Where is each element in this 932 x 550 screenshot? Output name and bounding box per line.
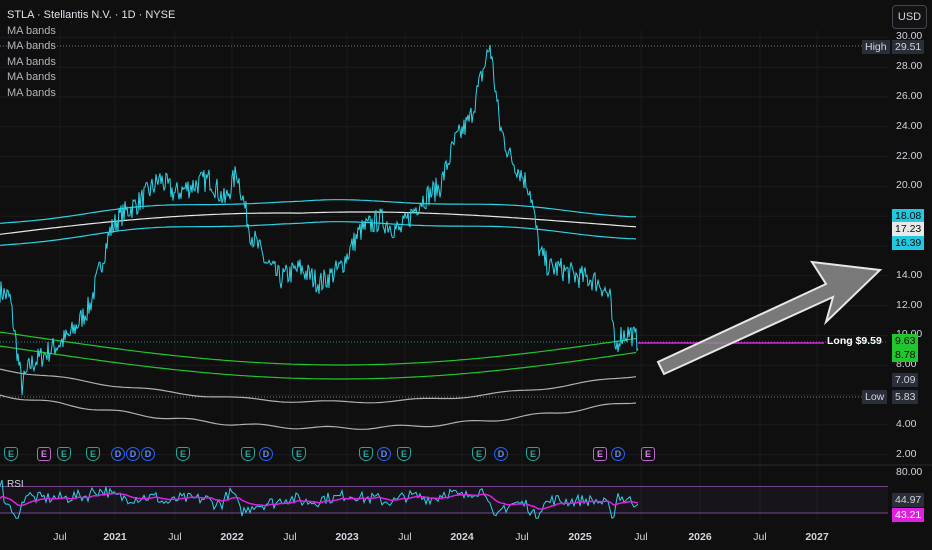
time-axis-label: 2025 [568, 531, 592, 543]
dividend-event-icon[interactable]: D [611, 447, 625, 461]
earnings-event-icon[interactable]: E [397, 447, 411, 461]
earnings-event-icon[interactable]: E [176, 447, 190, 461]
currency-button[interactable]: USD [892, 5, 927, 29]
price-tick-label: 12.00 [896, 298, 923, 311]
price-tick-label: 22.00 [896, 149, 923, 162]
dividend-event-icon[interactable]: D [259, 447, 273, 461]
time-axis-label: Jul [168, 531, 182, 543]
ma-band-gray-lower [0, 394, 637, 430]
ma-band-lower [0, 221, 637, 246]
band-mid-tag: 17.23 [892, 222, 925, 236]
earnings-event-icon[interactable]: E [526, 447, 540, 461]
price-tick-label: 26.00 [896, 90, 923, 102]
earnings-event-icon[interactable]: E [292, 447, 306, 461]
high-tag-label: High [862, 40, 890, 54]
current-price-tag: 9.63 [892, 334, 919, 348]
high-tag-value: 29.51 [892, 40, 925, 54]
price-tick-label: 4.00 [896, 417, 917, 430]
time-axis-label: Jul [753, 531, 767, 543]
trend-arrow [656, 260, 883, 376]
earnings-event-icon[interactable]: E [37, 447, 51, 461]
time-axis-label: 2024 [450, 531, 474, 543]
earnings-event-icon[interactable]: E [241, 447, 255, 461]
ma-band-middle [0, 211, 637, 235]
time-axis-label: 2022 [220, 531, 244, 543]
price-tick-label: 2.00 [896, 447, 917, 460]
dividend-event-icon[interactable]: D [111, 447, 125, 461]
price-tick-label: 24.00 [896, 119, 923, 132]
dividend-event-icon[interactable]: D [141, 447, 155, 461]
green-level-tag: 8.78 [892, 348, 919, 362]
earnings-event-icon[interactable]: E [57, 447, 71, 461]
dividend-event-icon[interactable]: D [494, 447, 508, 461]
ma-band-gray-upper [0, 368, 637, 404]
time-axis-label: 2026 [688, 531, 712, 543]
dividend-event-icon[interactable]: D [377, 447, 391, 461]
time-axis-label: Jul [53, 531, 67, 543]
earnings-event-icon[interactable]: E [472, 447, 486, 461]
price-tick-label: 28.00 [896, 60, 923, 73]
earnings-event-icon[interactable]: E [4, 447, 18, 461]
indicator-ma-bands-1[interactable]: MA bands [7, 24, 175, 40]
indicator-ma-bands-5[interactable]: MA bands [7, 86, 175, 102]
indicator-ma-bands-2[interactable]: MA bands [7, 39, 175, 55]
gray-level-tag: 7.09 [892, 373, 919, 387]
indicator-ma-bands-3[interactable]: MA bands [7, 55, 175, 71]
rsi-axis-top-label: 80.00 [896, 466, 923, 478]
time-axis-label: Jul [634, 531, 648, 543]
dividend-event-icon[interactable]: D [126, 447, 140, 461]
time-axis-label: 2021 [103, 531, 127, 543]
rsi-label[interactable]: RSI [7, 479, 24, 490]
time-axis-label: 2023 [335, 531, 359, 543]
rsi-value-tag: 44.97 [892, 493, 925, 507]
rsi-band-bg [0, 486, 888, 513]
low-tag-value: 5.83 [892, 390, 919, 404]
earnings-event-icon[interactable]: E [86, 447, 100, 461]
price-tick-label: 20.00 [896, 179, 923, 192]
earnings-event-icon[interactable]: E [593, 447, 607, 461]
earnings-event-icon[interactable]: E [641, 447, 655, 461]
rsi-ma-value-tag: 43.21 [892, 508, 925, 522]
time-axis-label: 2027 [805, 531, 829, 543]
time-axis-label: Jul [283, 531, 297, 543]
low-tag-label: Low [862, 390, 888, 404]
earnings-event-icon[interactable]: E [359, 447, 373, 461]
band-lower-tag: 16.39 [892, 236, 925, 250]
price-tick-label: 14.00 [896, 268, 923, 281]
band-upper-tag: 18.08 [892, 209, 925, 223]
symbol-title[interactable]: STLA · Stellantis N.V. · 1D · NYSE [7, 8, 175, 24]
long-position-label[interactable]: Long $9.59 [827, 335, 882, 347]
time-axis-label: Jul [398, 531, 412, 543]
time-axis-label: Jul [515, 531, 529, 543]
chart-legend: STLA · Stellantis N.V. · 1D · NYSE MA ba… [7, 8, 175, 102]
indicator-ma-bands-4[interactable]: MA bands [7, 70, 175, 86]
